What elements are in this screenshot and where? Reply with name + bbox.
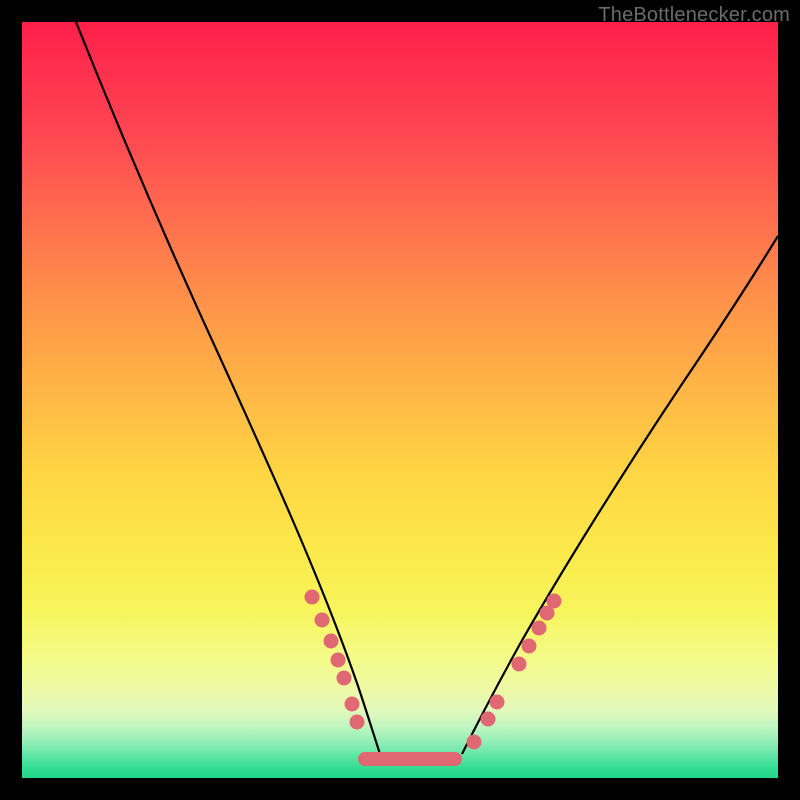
bead — [522, 639, 537, 654]
bead — [467, 735, 482, 750]
bead — [305, 590, 320, 605]
beads-left — [305, 590, 365, 730]
bead — [532, 621, 547, 636]
watermark-text: TheBottlenecker.com — [598, 4, 790, 27]
bead — [345, 697, 360, 712]
bead — [490, 695, 505, 710]
bead — [331, 653, 346, 668]
bead — [547, 594, 562, 609]
bead — [481, 712, 496, 727]
bead — [512, 657, 527, 672]
bead — [315, 613, 330, 628]
right-curve — [462, 236, 778, 754]
bead — [350, 715, 365, 730]
plot-area — [22, 22, 778, 778]
bead — [324, 634, 339, 649]
chart-stage: TheBottlenecker.com — [0, 0, 800, 800]
floor-segment — [358, 752, 462, 766]
curve-layer — [22, 22, 778, 778]
beads-right — [467, 594, 562, 750]
bead — [337, 671, 352, 686]
